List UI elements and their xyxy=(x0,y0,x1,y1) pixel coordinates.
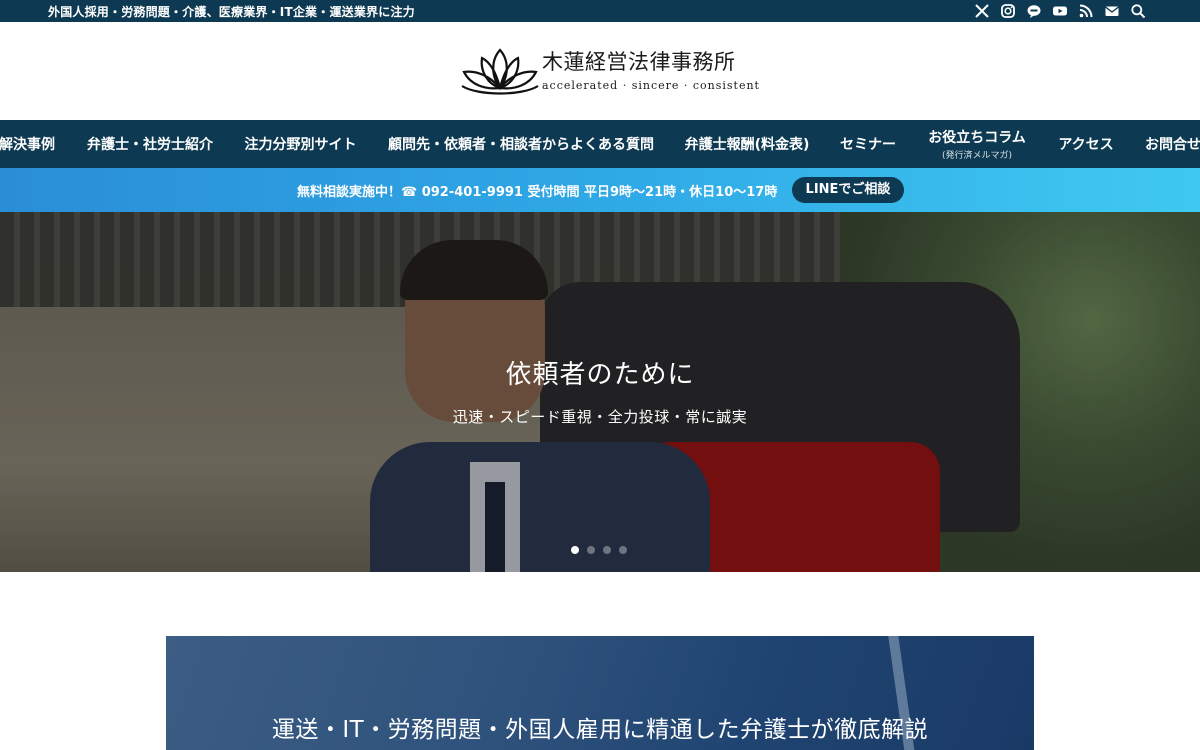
slider-dot[interactable] xyxy=(587,546,595,554)
nav-sublabel: (発行済メルマガ) xyxy=(941,151,1013,161)
slider-dots xyxy=(571,546,627,554)
search-icon[interactable] xyxy=(1130,3,1146,19)
nav-item-access[interactable]: アクセス xyxy=(1057,120,1115,168)
nav-label: お問合せ xyxy=(1145,137,1200,153)
site-title: 木蓮経営法律事務所 xyxy=(542,50,736,74)
top-tagline: 外国人採用・労務問題・介護、医療業界・IT企業・運送業界に注力 xyxy=(48,5,415,19)
youtube-icon[interactable] xyxy=(1052,3,1068,19)
slider-dot[interactable] xyxy=(571,546,579,554)
hero-subtitle: 迅速・スピード重視・全力投球・常に誠実 xyxy=(452,408,748,426)
line-consult-button[interactable]: LINEでご相談 xyxy=(792,177,904,203)
nav-label: セミナー xyxy=(840,137,896,153)
nav-item-cases[interactable]: 解決事例 xyxy=(0,120,56,168)
nav-label: 弁護士報酬(料金表) xyxy=(684,137,810,153)
hero-title: 依頼者のために xyxy=(505,360,695,390)
nav-label: お役立ちコラム xyxy=(928,130,1026,146)
top-bar: 外国人採用・労務問題・介護、医療業界・IT企業・運送業界に注力 xyxy=(0,0,1200,22)
nav-item-contact[interactable]: お問合せ xyxy=(1145,120,1200,168)
site-subtitle: accelerated · sincere · consistent xyxy=(542,79,760,92)
nav-label: 解決事例 xyxy=(0,137,55,153)
main-nav: 解決事例 弁護士・社労士紹介 注力分野別サイト 顧問先・依頼者・相談者からよくあ… xyxy=(0,120,1200,168)
line-icon[interactable] xyxy=(1026,3,1042,19)
instagram-icon[interactable] xyxy=(1000,3,1016,19)
hero-overlay xyxy=(0,212,1200,572)
x-icon[interactable] xyxy=(974,3,990,19)
rss-icon[interactable] xyxy=(1078,3,1094,19)
lotus-logo-icon xyxy=(461,48,539,95)
consultation-info: 無料相談実施中！☎ 092-401-9991 受付時間 平日9時〜21時・休日1… xyxy=(297,185,778,200)
site-logo[interactable]: 木蓮経営法律事務所 accelerated · sincere · consis… xyxy=(458,44,760,98)
feature-banner[interactable]: 運送・IT・労務問題・外国人雇用に精通した弁護士が徹底解説 xyxy=(166,636,1034,750)
mail-icon[interactable] xyxy=(1104,3,1120,19)
nav-label: 注力分野別サイト xyxy=(244,137,357,153)
nav-item-staff[interactable]: 弁護士・社労士紹介 xyxy=(86,120,214,168)
nav-item-fees[interactable]: 弁護士報酬(料金表) xyxy=(684,120,810,168)
hero-slider[interactable]: 依頼者のために 迅速・スピード重視・全力投球・常に誠実 xyxy=(0,212,1200,572)
nav-item-column[interactable]: お役立ちコラム (発行済メルマガ) xyxy=(927,120,1027,168)
nav-item-sites[interactable]: 注力分野別サイト xyxy=(244,120,357,168)
nav-item-seminar[interactable]: セミナー xyxy=(839,120,897,168)
nav-label: 弁護士・社労士紹介 xyxy=(87,137,213,153)
slider-dot[interactable] xyxy=(619,546,627,554)
consultation-bar: 無料相談実施中！☎ 092-401-9991 受付時間 平日9時〜21時・休日1… xyxy=(0,168,1200,212)
site-header: 木蓮経営法律事務所 accelerated · sincere · consis… xyxy=(0,22,1200,120)
feature-title: 運送・IT・労務問題・外国人雇用に精通した弁護士が徹底解説 xyxy=(271,717,929,743)
nav-label: アクセス xyxy=(1058,137,1114,153)
nav-label: 顧問先・依頼者・相談者からよくある質問 xyxy=(388,137,654,153)
social-icons xyxy=(974,3,1146,19)
slider-dot[interactable] xyxy=(603,546,611,554)
nav-item-faq[interactable]: 顧問先・依頼者・相談者からよくある質問 xyxy=(387,120,655,168)
